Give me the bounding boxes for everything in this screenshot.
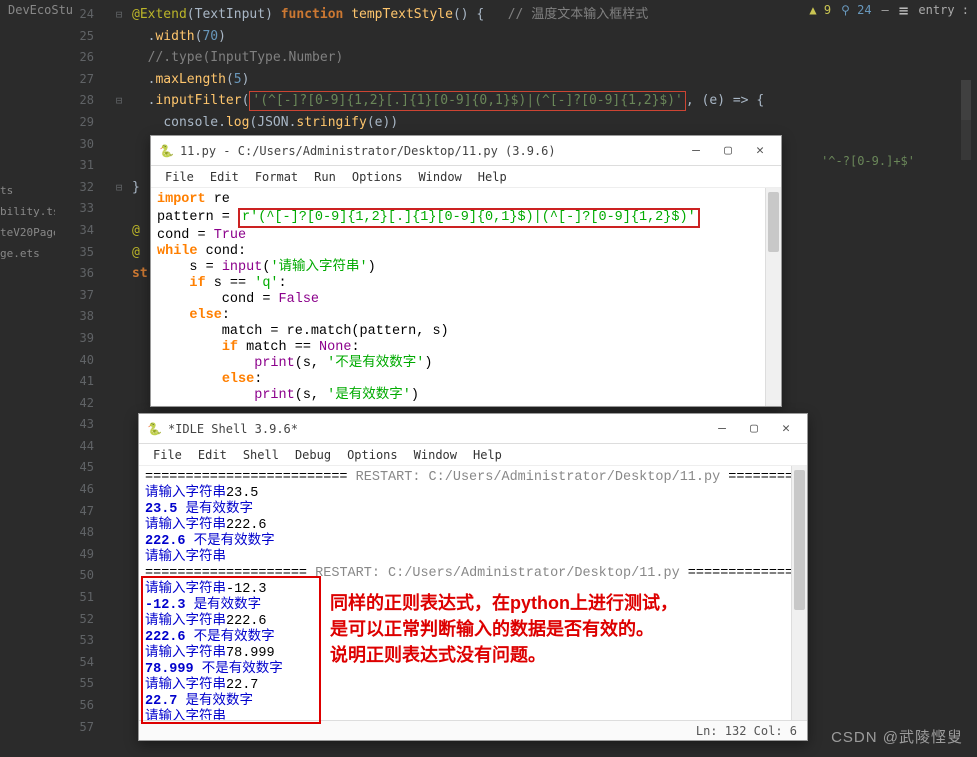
menu-edit[interactable]: Edit xyxy=(204,168,245,186)
entry-label: entry : xyxy=(918,3,969,17)
status-bar: Ln: 132 Col: 6 xyxy=(139,720,807,740)
python-icon: 🐍 xyxy=(159,144,174,158)
menu-options[interactable]: Options xyxy=(341,446,404,464)
menu-help[interactable]: Help xyxy=(472,168,513,186)
minimap[interactable] xyxy=(961,80,971,160)
menu-window[interactable]: Window xyxy=(412,168,467,186)
menu-file[interactable]: File xyxy=(147,446,188,464)
idle-shell-menu[interactable]: FileEditShellDebugOptionsWindowHelp xyxy=(139,444,807,466)
menu-options[interactable]: Options xyxy=(346,168,409,186)
idle-editor-window[interactable]: 🐍 11.py - C:/Users/Administrator/Desktop… xyxy=(150,135,782,407)
menu-help[interactable]: Help xyxy=(467,446,508,464)
scrollbar[interactable] xyxy=(765,188,781,406)
idle-shell-window[interactable]: 🐍 *IDLE Shell 3.9.6* — ▢ ✕ FileEditShell… xyxy=(138,413,808,741)
truncated-code: '^-?[0-9.]+$' xyxy=(821,154,915,168)
menu-window[interactable]: Window xyxy=(408,446,463,464)
scrollbar[interactable] xyxy=(791,466,807,720)
idle-editor-menu[interactable]: FileEditFormatRunOptionsWindow Help xyxy=(151,166,781,188)
maximize-button[interactable]: ▢ xyxy=(747,421,761,436)
sidebar-files: tsbility.tsteV20Page.ege.ets xyxy=(0,180,55,264)
line-gutter: 2425262728293031323334353637383940414243… xyxy=(60,4,106,738)
minimize-button[interactable]: — xyxy=(689,143,703,158)
minimize-button[interactable]: — xyxy=(715,421,729,436)
annotation-text: 同样的正则表达式，在python上进行测试， 是可以正常判断输入的数据是否有效的… xyxy=(330,590,790,668)
menu-run[interactable]: Run xyxy=(308,168,342,186)
close-button[interactable]: ✕ xyxy=(753,143,767,158)
menu-edit[interactable]: Edit xyxy=(192,446,233,464)
menu-file[interactable]: File xyxy=(159,168,200,186)
menu-shell[interactable]: Shell xyxy=(237,446,285,464)
python-icon: 🐍 xyxy=(147,422,162,436)
fold-column: ⊟⊟⊟ xyxy=(106,4,132,738)
idle-editor-body[interactable]: import re pattern = r'(^[-]?[0-9]{1,2}[.… xyxy=(151,188,781,406)
window-title: *IDLE Shell 3.9.6* xyxy=(168,422,715,436)
window-title: 11.py - C:/Users/Administrator/Desktop/1… xyxy=(180,144,689,158)
close-button[interactable]: ✕ xyxy=(779,421,793,436)
menu-debug[interactable]: Debug xyxy=(289,446,337,464)
maximize-button[interactable]: ▢ xyxy=(721,143,735,158)
menu-format[interactable]: Format xyxy=(249,168,304,186)
